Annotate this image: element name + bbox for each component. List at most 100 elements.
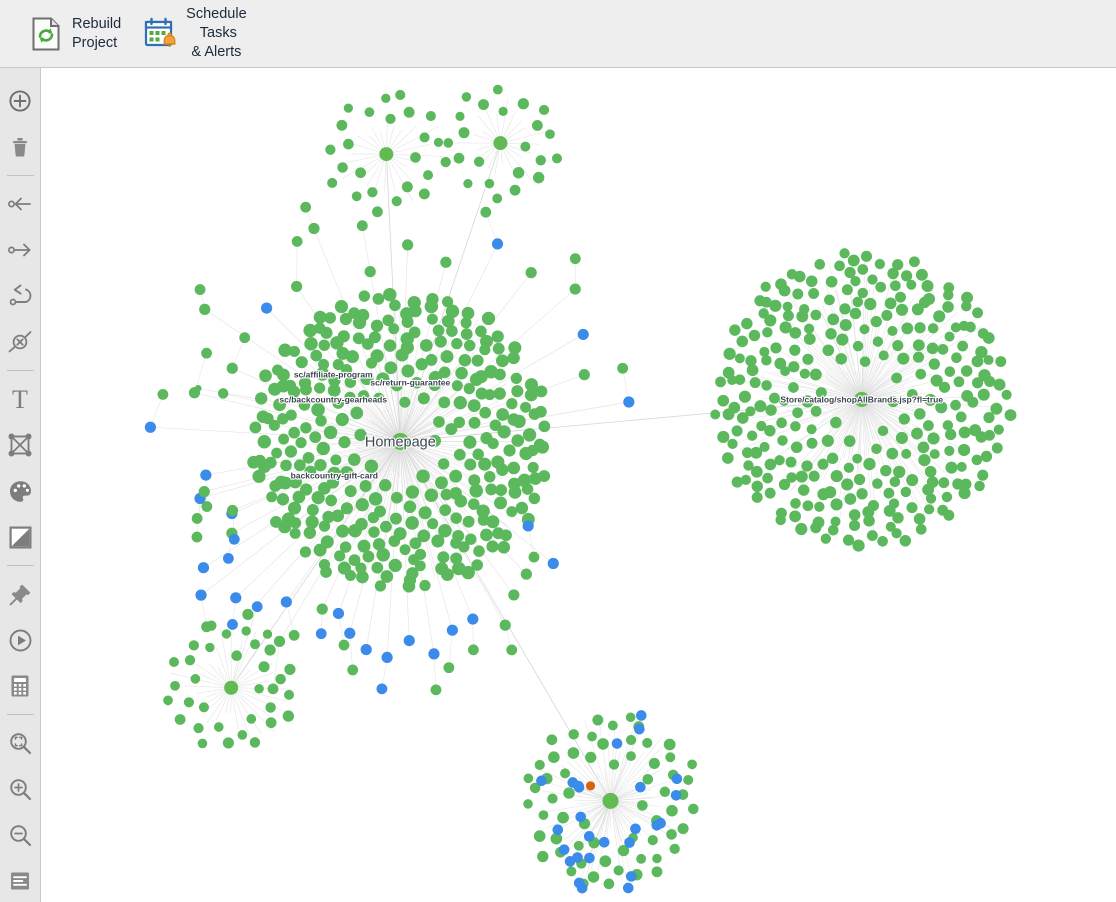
graph-node-green[interactable]	[817, 458, 829, 470]
graph-node-green[interactable]	[826, 452, 839, 465]
graph-node-green[interactable]	[492, 342, 505, 355]
graph-node-green[interactable]	[847, 254, 860, 267]
graph-node-green[interactable]	[839, 303, 851, 315]
graph-node-green[interactable]	[937, 343, 949, 355]
graph-node-green[interactable]	[1001, 389, 1012, 400]
graph-node-green[interactable]	[521, 483, 534, 495]
graph-node-green[interactable]	[367, 511, 380, 524]
graph-node-green[interactable]	[241, 626, 251, 636]
graph-node-green[interactable]	[383, 287, 397, 302]
graph-node-green[interactable]	[991, 442, 1003, 454]
graph-node-green[interactable]	[419, 339, 433, 352]
graph-node-green[interactable]	[830, 416, 842, 429]
graph-node-green[interactable]	[437, 551, 450, 564]
graph-node-green[interactable]	[841, 478, 854, 491]
graph-node-green[interactable]	[942, 301, 954, 313]
graph-node-green[interactable]	[405, 516, 419, 530]
graph-node-green[interactable]	[246, 714, 257, 724]
graph-node-green[interactable]	[825, 275, 838, 288]
graph-node-blue[interactable]	[584, 852, 595, 864]
graph-node-green[interactable]	[343, 138, 354, 150]
graph-node-green[interactable]	[343, 103, 353, 113]
graph-node-green[interactable]	[384, 361, 398, 375]
graph-node-error[interactable]	[585, 781, 596, 791]
graph-node-green[interactable]	[951, 352, 962, 364]
graph-node-satellite[interactable]	[356, 220, 368, 232]
graph-node-green[interactable]	[875, 281, 887, 293]
graph-node-satellite[interactable]	[376, 683, 388, 695]
graph-node-green[interactable]	[368, 492, 383, 506]
graph-node-green[interactable]	[961, 291, 974, 304]
graph-nodes-layer[interactable]	[144, 84, 1017, 894]
graph-node-green[interactable]	[368, 331, 381, 344]
graph-node-green[interactable]	[957, 340, 969, 352]
clear-selection-button[interactable]	[0, 319, 40, 365]
graph-node-green[interactable]	[450, 512, 462, 524]
delete-node-button[interactable]	[0, 124, 40, 170]
graph-node-green[interactable]	[249, 421, 262, 434]
graph-node-green[interactable]	[534, 759, 545, 770]
graph-node-green[interactable]	[877, 535, 888, 547]
graph-node-green[interactable]	[557, 811, 569, 824]
graph-node-satellite[interactable]	[446, 624, 458, 636]
graph-node-green[interactable]	[222, 737, 234, 749]
graph-node-satellite[interactable]	[623, 396, 635, 408]
graph-node-green[interactable]	[338, 436, 351, 449]
graph-node-green[interactable]	[760, 281, 771, 292]
graph-hub-node[interactable]	[493, 136, 508, 151]
graph-node-green[interactable]	[867, 274, 878, 285]
graph-node-satellite[interactable]	[242, 608, 254, 621]
graph-node-blue[interactable]	[576, 882, 588, 894]
graph-node-green[interactable]	[746, 430, 758, 441]
graph-node-green[interactable]	[647, 834, 658, 846]
graph-node-green[interactable]	[551, 153, 562, 164]
graph-node-green[interactable]	[276, 493, 290, 506]
graph-node-green[interactable]	[496, 408, 510, 421]
graph-node-green[interactable]	[573, 840, 584, 851]
graph-node-green[interactable]	[507, 461, 521, 475]
graph-node-green[interactable]	[174, 714, 186, 725]
graph-node-green[interactable]	[895, 303, 909, 316]
graph-node-green[interactable]	[355, 167, 366, 179]
graph-node-green[interactable]	[431, 534, 445, 548]
graph-node-satellite[interactable]	[467, 613, 479, 625]
graph-node-green[interactable]	[881, 309, 893, 321]
graph-node-green[interactable]	[313, 543, 327, 557]
graph-node-green[interactable]	[523, 799, 533, 809]
graph-node-green[interactable]	[911, 427, 923, 440]
graph-node-green[interactable]	[844, 493, 857, 505]
graph-node-blue[interactable]	[552, 824, 564, 836]
graph-node-green[interactable]	[786, 268, 798, 280]
graph-node-green[interactable]	[891, 372, 902, 384]
graph-node-satellite[interactable]	[191, 513, 203, 524]
graph-node-green[interactable]	[788, 382, 799, 393]
graph-node-satellite[interactable]	[316, 603, 328, 615]
graph-node-green[interactable]	[299, 546, 312, 558]
graph-node-green[interactable]	[528, 492, 541, 505]
graph-node-green[interactable]	[494, 496, 508, 510]
graph-node-green[interactable]	[872, 336, 884, 347]
graph-node-green[interactable]	[599, 855, 612, 868]
graph-node-green[interactable]	[458, 353, 472, 367]
graph-node-green[interactable]	[492, 193, 503, 204]
graph-node-satellite[interactable]	[522, 520, 534, 532]
graph-node-green[interactable]	[198, 702, 209, 713]
graph-node-green[interactable]	[778, 478, 791, 491]
graph-node-green[interactable]	[467, 399, 481, 413]
graph-node-green[interactable]	[745, 355, 757, 367]
graph-node-green[interactable]	[451, 380, 463, 392]
graph-node-green[interactable]	[419, 579, 431, 592]
graph-node-green[interactable]	[484, 389, 496, 401]
graph-node-green[interactable]	[517, 98, 529, 110]
graph-node-satellite[interactable]	[300, 201, 312, 213]
graph-node-green[interactable]	[280, 459, 292, 472]
graph-node-green[interactable]	[509, 184, 521, 196]
graph-node-green[interactable]	[625, 734, 637, 746]
graph-node-green[interactable]	[453, 416, 466, 429]
graph-hub-node[interactable]	[602, 792, 619, 809]
graph-node-green[interactable]	[824, 294, 835, 306]
graph-node-satellite[interactable]	[506, 644, 518, 656]
graph-node-green[interactable]	[306, 504, 319, 517]
add-node-button[interactable]	[0, 78, 40, 124]
graph-node-green[interactable]	[367, 187, 378, 198]
